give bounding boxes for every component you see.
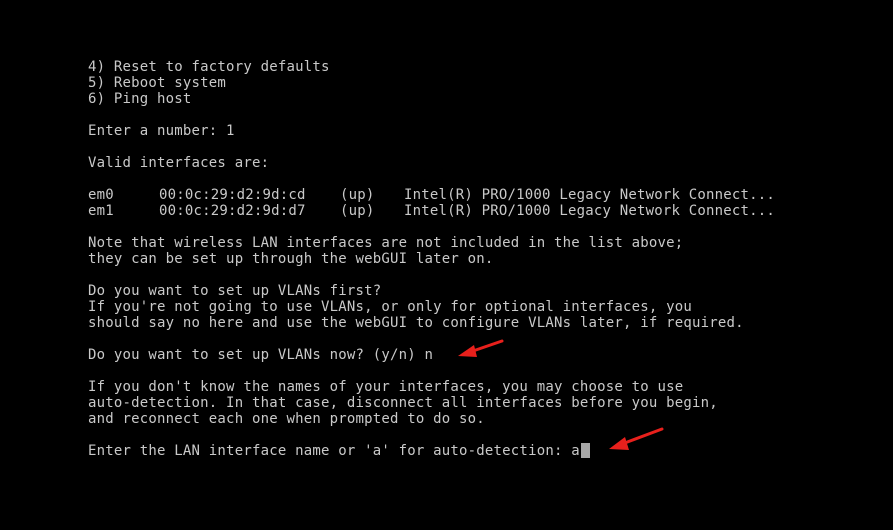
- number-prompt: Enter a number: 1: [88, 123, 235, 139]
- interface-description: Intel(R) PRO/1000 Legacy Network Connect…: [404, 187, 776, 203]
- vlan-prompt: Do you want to set up VLANs now? (y/n) n: [88, 347, 434, 363]
- interface-status: (up): [340, 203, 375, 219]
- red-arrow-icon: [609, 427, 664, 450]
- autodetect-info-line: auto-detection. In that case, disconnect…: [88, 395, 718, 411]
- interface-row: em0 00:0c:29:d2:9d:cd (up) Intel(R) PRO/…: [88, 187, 808, 203]
- interface-status: (up): [340, 187, 375, 203]
- interface-mac: 00:0c:29:d2:9d:d7: [159, 203, 306, 219]
- vlan-info-line: If you're not going to use VLANs, or onl…: [88, 299, 693, 315]
- wireless-note-line: they can be set up through the webGUI la…: [88, 251, 494, 267]
- terminal-console[interactable]: 4) Reset to factory defaults 5) Reboot s…: [0, 0, 893, 530]
- autodetect-info-line: If you don't know the names of your inte…: [88, 379, 684, 395]
- menu-item-ping: 6) Ping host: [88, 91, 192, 107]
- interface-name: em0: [88, 187, 114, 203]
- menu-item-reset: 4) Reset to factory defaults: [88, 59, 330, 75]
- interface-name: em1: [88, 203, 114, 219]
- valid-interfaces-label: Valid interfaces are:: [88, 155, 270, 171]
- interface-row: em1 00:0c:29:d2:9d:d7 (up) Intel(R) PRO/…: [88, 203, 808, 219]
- autodetect-info-line: and reconnect each one when prompted to …: [88, 411, 485, 427]
- lan-interface-prompt[interactable]: Enter the LAN interface name or 'a' for …: [88, 443, 590, 459]
- vlan-info-line: should say no here and use the webGUI to…: [88, 315, 744, 331]
- interface-mac: 00:0c:29:d2:9d:cd: [159, 187, 306, 203]
- text-cursor: [580, 443, 590, 458]
- vlan-info-line: Do you want to set up VLANs first?: [88, 283, 382, 299]
- lan-prompt-text: Enter the LAN interface name or 'a' for …: [88, 443, 580, 459]
- wireless-note-line: Note that wireless LAN interfaces are no…: [88, 235, 684, 251]
- interface-description: Intel(R) PRO/1000 Legacy Network Connect…: [404, 203, 776, 219]
- red-arrow-icon: [458, 339, 504, 357]
- menu-item-reboot: 5) Reboot system: [88, 75, 227, 91]
